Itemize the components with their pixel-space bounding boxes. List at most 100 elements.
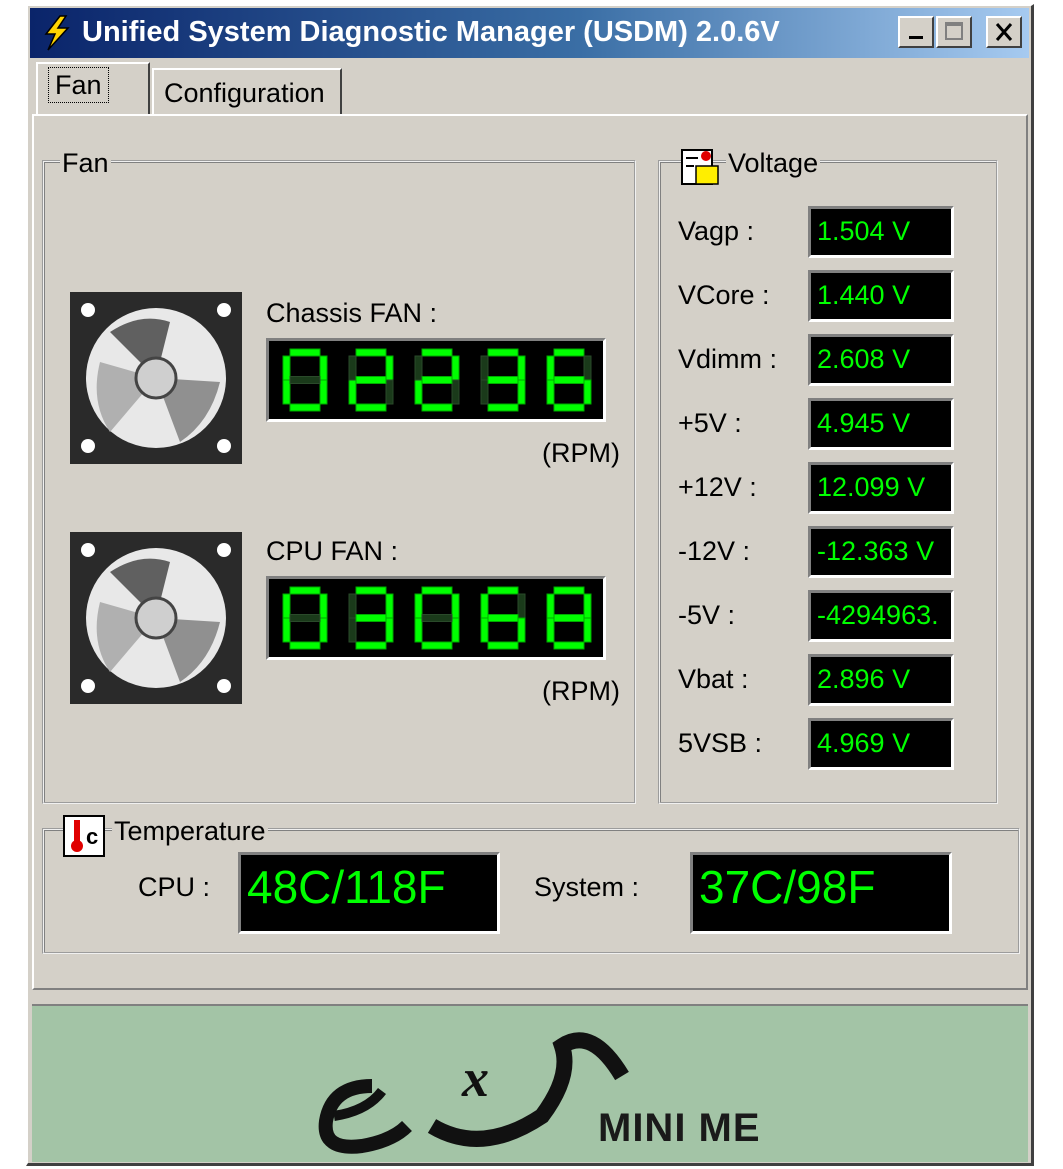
system-temp-value: 37C/98F <box>690 852 952 934</box>
exs-logo: x <box>318 1032 629 1154</box>
minimize-button[interactable] <box>898 16 934 48</box>
voltage-label: -12V : <box>678 536 751 566</box>
tab-fan[interactable]: Fan <box>36 62 150 116</box>
digit-segment <box>355 641 387 650</box>
digit-segment <box>487 348 519 357</box>
digit-segment <box>319 355 328 381</box>
lightning-icon <box>44 15 70 51</box>
voltage-value: 4.945 V <box>808 398 954 450</box>
cpu-temp-label: CPU : <box>138 872 211 902</box>
digit-segment <box>553 614 585 622</box>
digit-segment <box>289 403 321 412</box>
digit-segment <box>553 376 585 384</box>
tab-configuration[interactable]: Configuration <box>152 68 342 114</box>
digit-segment <box>480 617 489 643</box>
maximize-icon <box>945 22 963 40</box>
digit-segment <box>451 617 460 643</box>
tab-panel: Fan Chassis FAN : (RPM) CPU FAN: (RPM) … <box>32 114 1028 990</box>
digit-segment <box>355 403 387 412</box>
system-temp-label: System : <box>534 872 640 902</box>
digit-segment <box>517 593 526 619</box>
digit-segment <box>348 355 357 381</box>
digit-segment <box>414 355 423 381</box>
digit-segment <box>421 586 453 595</box>
digit-segment <box>546 379 555 405</box>
digit-segment <box>282 593 291 619</box>
digit-segment <box>451 379 460 405</box>
digit-segment <box>421 348 453 357</box>
voltage-group-legend: Voltage <box>726 148 821 179</box>
title-bar[interactable]: Unified System Diagnostic Manager (USDM)… <box>30 8 1029 58</box>
close-icon <box>995 23 1013 41</box>
voltage-value: 2.896 V <box>808 654 954 706</box>
digit-segment <box>348 379 357 405</box>
digit-segment <box>421 641 453 650</box>
chassis-fan-unit: (RPM) <box>542 438 620 468</box>
digit-segment <box>583 593 592 619</box>
digit-segment <box>480 355 489 381</box>
digit-segment <box>421 614 453 622</box>
digit-segment <box>487 403 519 412</box>
fan-group <box>42 160 636 804</box>
minimize-icon <box>909 36 923 39</box>
digit-segment <box>282 355 291 381</box>
digit-segment <box>546 355 555 381</box>
digit-segment <box>583 355 592 381</box>
digit-segment <box>348 617 357 643</box>
digit-segment <box>553 403 585 412</box>
voltage-value: 1.440 V <box>808 270 954 322</box>
svg-text:x: x <box>461 1048 489 1108</box>
digit-segment <box>517 355 526 381</box>
digit-segment <box>487 641 519 650</box>
digit-segment <box>289 348 321 357</box>
maximize-button[interactable] <box>936 16 972 48</box>
brand-text: MINI ME <box>598 1106 761 1150</box>
digit-segment <box>487 614 519 622</box>
voltage-value: 4.969 V <box>808 718 954 770</box>
digit-segment <box>546 593 555 619</box>
chassis-fan-digits <box>282 348 592 412</box>
window-title: Unified System Diagnostic Manager (USDM)… <box>82 16 780 48</box>
digit-segment <box>553 348 585 357</box>
chassis-fan-label: Chassis FAN : <box>266 298 438 328</box>
thermometer-icon: c <box>63 815 105 857</box>
digit-segment <box>289 586 321 595</box>
digit-segment <box>319 593 328 619</box>
digit-segment <box>385 617 394 643</box>
digit-segment <box>355 586 387 595</box>
cpu-fan-icon <box>70 532 242 704</box>
voltage-value: -4294963. <box>808 590 954 642</box>
voltage-label: +5V : <box>678 408 742 438</box>
digit-segment <box>553 586 585 595</box>
digit-segment <box>583 617 592 643</box>
chassis-fan-icon <box>70 292 242 464</box>
temperature-group-legend: Temperature <box>112 816 268 847</box>
digit-segment <box>517 617 526 643</box>
brand-banner: x MINI ME <box>32 1004 1028 1162</box>
digit-segment <box>355 376 387 384</box>
voltage-label: Vdimm : <box>678 344 778 374</box>
digit-segment <box>385 379 394 405</box>
digit-segment <box>289 641 321 650</box>
cpu-fan-display <box>266 576 606 660</box>
digit-segment <box>487 586 519 595</box>
digit-segment <box>451 355 460 381</box>
digit-segment <box>282 379 291 405</box>
app-window: Unified System Diagnostic Manager (USDM)… <box>26 4 1034 1166</box>
fan-group-legend: Fan <box>60 148 111 179</box>
digit-segment <box>282 617 291 643</box>
voltage-value: 2.608 V <box>808 334 954 386</box>
svg-text:c: c <box>86 824 98 849</box>
voltage-value: -12.363 V <box>808 526 954 578</box>
digit-segment <box>487 376 519 384</box>
digit-segment <box>517 379 526 405</box>
close-button[interactable] <box>986 16 1022 48</box>
digit-segment <box>480 593 489 619</box>
digit-segment <box>289 614 321 622</box>
digit-segment <box>553 641 585 650</box>
digit-segment <box>348 593 357 619</box>
digit-segment <box>414 593 423 619</box>
digit-segment <box>355 614 387 622</box>
digit-segment <box>480 379 489 405</box>
cpu-fan-label: CPU FAN : <box>266 536 399 566</box>
